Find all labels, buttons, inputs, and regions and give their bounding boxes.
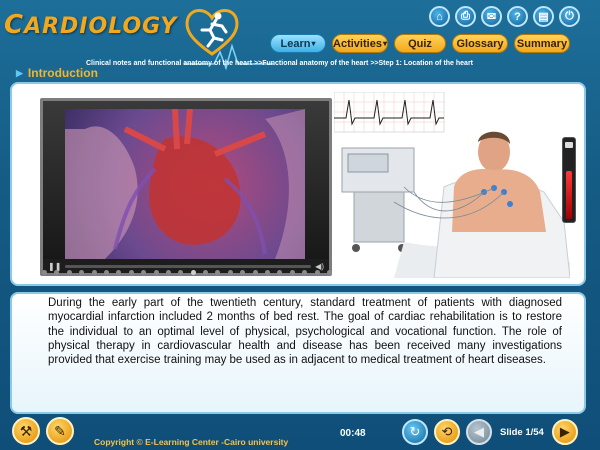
footer-tools: ⚒ ✎ [12, 417, 74, 445]
copyright-text: Copyright © E-Learning Center -Cairo uni… [94, 437, 289, 447]
logo-text: CARDIOLOGY [4, 10, 178, 40]
filmstrip-dot[interactable] [240, 270, 246, 275]
filmstrip-dot[interactable] [165, 270, 171, 275]
learn-button[interactable]: Learn ▾ [270, 34, 326, 53]
filmstrip-dot[interactable] [66, 270, 72, 275]
refresh-icon[interactable]: ↻ [402, 419, 428, 445]
app-window: CARDIOLOGY ⌂ ⎙ ✉ ? ▤ ⏻ Learn ▾ Activities… [0, 0, 600, 450]
glossary-button[interactable]: Glossary [452, 34, 508, 53]
slider-handle[interactable] [565, 142, 573, 148]
slide-counter: Slide 1/54 [500, 426, 544, 438]
filmstrip-dot[interactable] [326, 270, 332, 275]
exit-icon[interactable]: ⏻ [559, 6, 580, 27]
summary-button[interactable]: Summary [514, 34, 570, 53]
filmstrip-dot[interactable] [91, 270, 97, 275]
filmstrip-dot[interactable] [141, 270, 147, 275]
filmstrip-dot[interactable] [314, 270, 320, 275]
ecg-patient-illustration [334, 92, 570, 278]
chevron-down-icon: ▾ [382, 39, 387, 48]
play-arrow-icon: ▶ [16, 67, 23, 78]
breadcrumb: Clinical notes and functional anatomy of… [86, 60, 473, 67]
tools-icon[interactable]: ⚒ [12, 417, 40, 445]
filmstrip-dot[interactable] [178, 270, 184, 275]
next-slide-button[interactable]: ▶ [551, 419, 578, 445]
filmstrip-dot[interactable] [265, 270, 271, 275]
activities-button[interactable]: Activities ▾ [332, 34, 388, 53]
previous-slide-button[interactable]: ◀ [466, 419, 492, 445]
print-icon[interactable]: ⎙ [455, 6, 476, 27]
help-icon[interactable]: ? [507, 6, 528, 27]
filmstrip-dot[interactable] [103, 270, 109, 275]
filmstrip-dot[interactable] [227, 270, 233, 275]
filmstrip-dot[interactable] [277, 270, 283, 275]
filmstrip-dot[interactable] [79, 270, 85, 275]
filmstrip-dot[interactable] [128, 270, 134, 275]
filmstrip-dot[interactable] [54, 270, 60, 275]
filmstrip-dot[interactable] [302, 270, 308, 275]
footer-navigation: ↻ ⟲ ◀ Slide 1/54 ▶ [402, 419, 578, 445]
filmstrip-dot[interactable] [252, 270, 258, 275]
cardiology-logo: CARDIOLOGY [4, 6, 274, 70]
content-text-panel: During the early part of the twentieth c… [10, 292, 586, 414]
filmstrip-dots [42, 270, 332, 276]
video-player[interactable]: ❚❚ ◀) [40, 98, 332, 276]
body-paragraph: During the early part of the twentieth c… [48, 297, 562, 367]
filmstrip-dot[interactable] [42, 270, 47, 275]
filmstrip-dot[interactable] [116, 270, 122, 275]
home-icon[interactable]: ⌂ [429, 6, 450, 27]
slider-level [566, 171, 572, 219]
replay-icon[interactable]: ⟲ [434, 419, 460, 445]
section-title: Introduction [27, 66, 98, 80]
top-toolbar: ⌂ ⎙ ✉ ? ▤ ⏻ [429, 6, 580, 27]
section-header: ▶ Introduction [16, 66, 98, 80]
video-seekbar[interactable] [65, 264, 312, 268]
filmstrip-dot[interactable] [215, 270, 221, 275]
filmstrip-dot[interactable] [190, 270, 196, 275]
filmstrip-dot[interactable] [289, 270, 295, 275]
elapsed-time: 00:48 [340, 428, 366, 439]
heart-anatomy-video-frame [65, 109, 305, 259]
media-panel: ❚❚ ◀) [10, 82, 586, 286]
chevron-down-icon: ▾ [311, 39, 316, 48]
main-nav: Learn ▾ Activities ▾ Quiz Glossary Summary [270, 34, 570, 53]
mail-icon[interactable]: ✉ [481, 6, 502, 27]
page-icon[interactable]: ▤ [533, 6, 554, 27]
filmstrip-dot[interactable] [153, 270, 159, 275]
quiz-button[interactable]: Quiz [394, 34, 446, 53]
volume-slider[interactable] [562, 137, 576, 223]
filmstrip-dot[interactable] [203, 270, 209, 275]
notes-icon[interactable]: ✎ [46, 417, 74, 445]
